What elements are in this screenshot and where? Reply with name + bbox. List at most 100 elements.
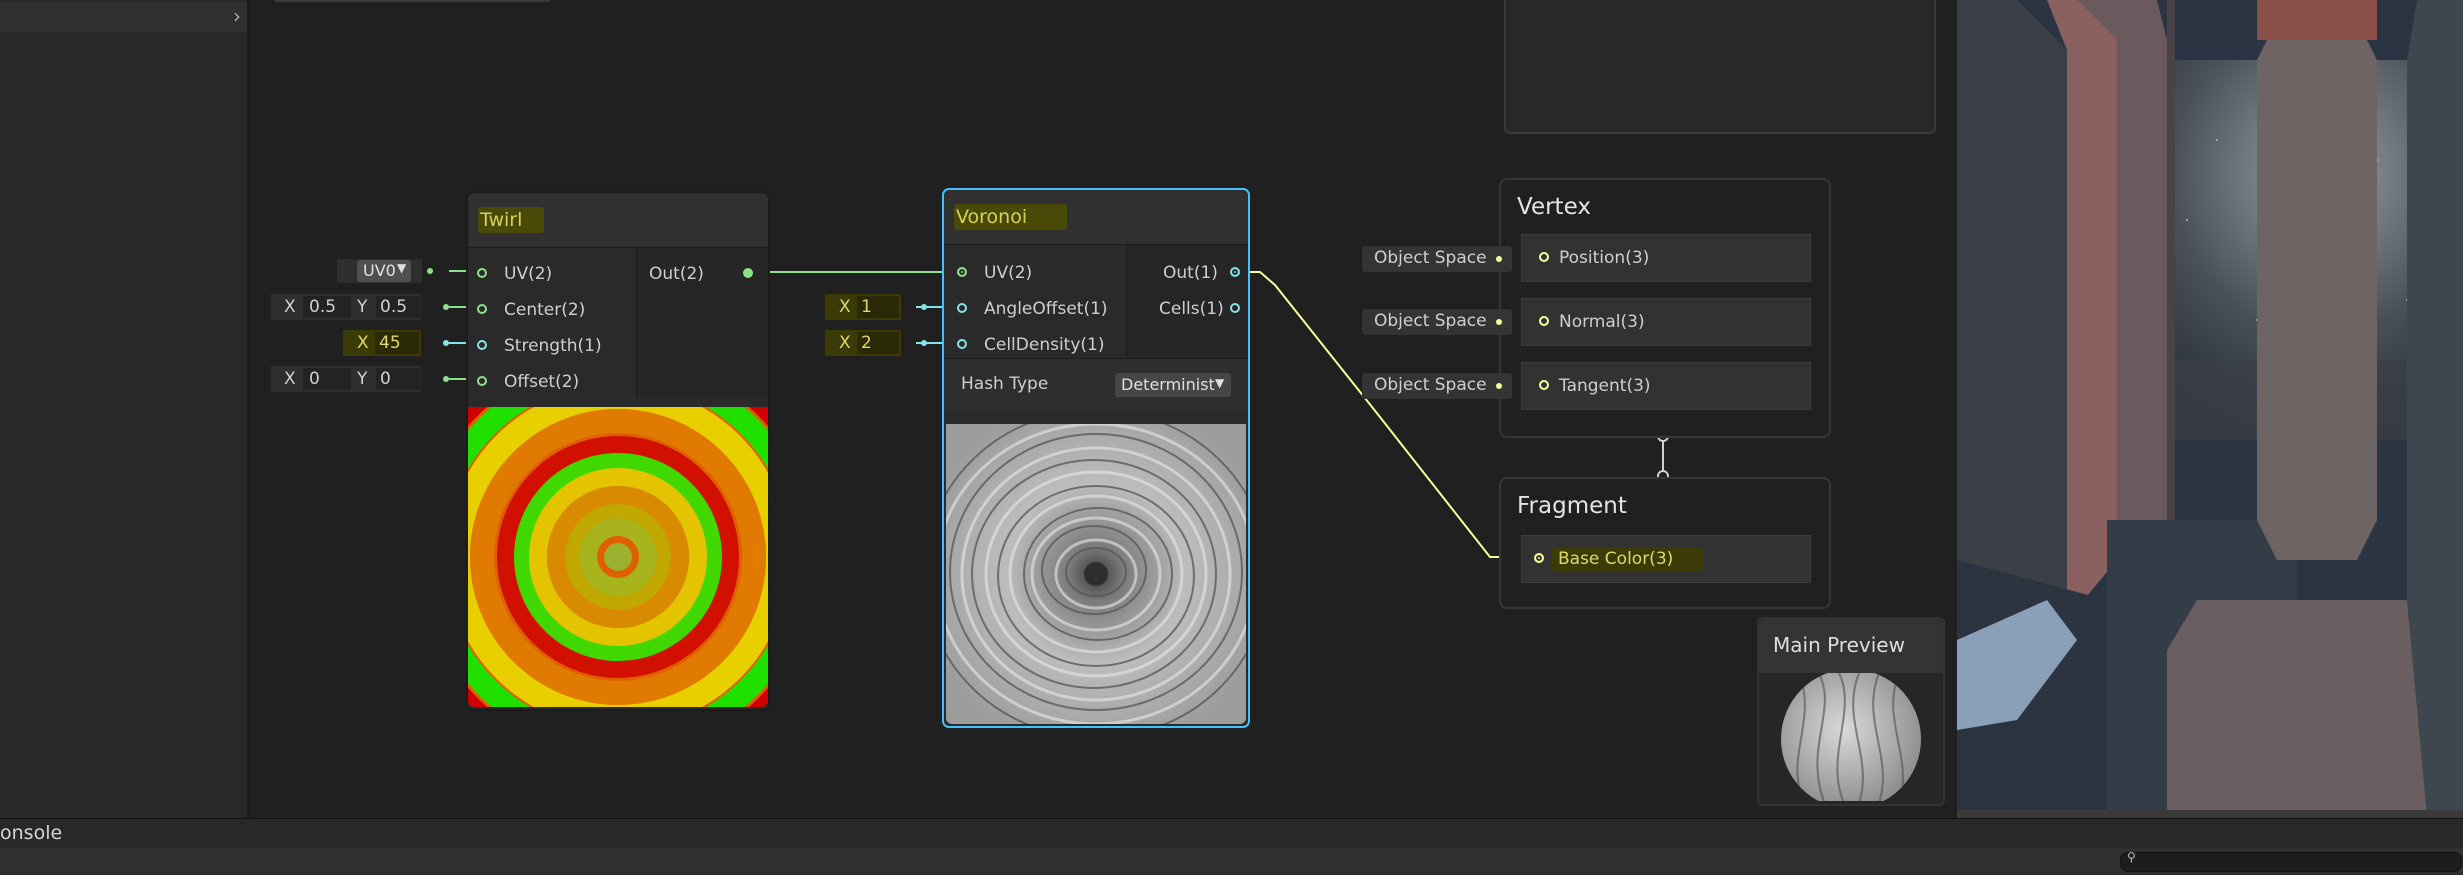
density-x-input[interactable]: 2	[857, 332, 899, 354]
vertex-slot-position[interactable]: Position(3)	[1521, 234, 1811, 282]
voronoi-inputs: UV(2) AngleOffset(1) CellDensity(1)	[944, 245, 1127, 357]
fragment-title: Fragment	[1517, 493, 1627, 519]
voronoi-output-cells: Cells(1)	[1159, 299, 1224, 319]
dropdown-arrow-icon: ▼	[397, 261, 407, 275]
voronoi-header[interactable]: Voronoi	[944, 190, 1248, 245]
offset-x-input[interactable]: 0	[303, 368, 351, 390]
field-connector-dot	[443, 376, 449, 382]
offset-x-label: X	[284, 369, 296, 389]
strength-x-label: X	[357, 333, 369, 353]
vertex-context: Vertex Position(3) Normal(3) Tangent(3)	[1499, 178, 1831, 438]
object-space-chip[interactable]: Object Space	[1362, 373, 1512, 399]
voronoi-output-out: Out(1)	[1163, 263, 1218, 283]
twirl-uv-field: UV0 ▼	[337, 259, 437, 283]
vertex-slot-tangent[interactable]: Tangent(3)	[1521, 362, 1811, 410]
voronoi-input-cell-density: CellDensity(1)	[984, 335, 1105, 355]
port-dot[interactable]	[477, 268, 487, 278]
offset-x-value: 0	[309, 369, 320, 389]
vertex-slot-label: Tangent(3)	[1559, 376, 1651, 396]
voronoi-density-field: X 2	[825, 330, 935, 356]
vertex-slot-label: Position(3)	[1559, 248, 1650, 268]
port-dot[interactable]	[957, 303, 967, 313]
port-dot[interactable]	[957, 339, 967, 349]
uv-channel-dropdown[interactable]: UV0 ▼	[357, 260, 411, 282]
twirl-node[interactable]: Twirl UV(2) Center(2) Strength(1) Offset…	[466, 191, 770, 711]
strength-x-input[interactable]: 45	[375, 332, 419, 354]
object-space-chip[interactable]: Object Space	[1362, 309, 1512, 335]
twirl-input-center: Center(2)	[504, 300, 586, 320]
vertex-slot-normal[interactable]: Normal(3)	[1521, 298, 1811, 346]
voronoi-angle-field: X 1	[825, 294, 935, 320]
uv-dropdown-value: UV0	[363, 261, 396, 280]
port-dot-connected[interactable]	[1230, 267, 1240, 277]
object-space-chip[interactable]: Object Space	[1362, 246, 1512, 272]
twirl-outputs: Out(2)	[637, 248, 768, 398]
object-space-label: Object Space	[1374, 248, 1487, 268]
twirl-inputs: UV(2) Center(2) Strength(1) Offset(2)	[468, 248, 637, 398]
twirl-center-field: X 0.5 Y 0.5	[271, 294, 451, 320]
port-dot-connected[interactable]	[957, 267, 967, 277]
dropdown-arrow-icon: ▼	[1215, 376, 1225, 390]
twirl-strength-field: X 45	[343, 330, 451, 356]
search-icon: ⚲	[2127, 850, 2136, 864]
twirl-title: Twirl	[478, 207, 545, 233]
object-space-label: Object Space	[1374, 375, 1487, 395]
main-preview-header[interactable]: Main Preview	[1759, 619, 1943, 673]
strength-x-value: 45	[379, 333, 401, 353]
fragment-slot-base-color[interactable]: Base Color(3)	[1521, 535, 1811, 583]
hash-type-label: Hash Type	[961, 374, 1049, 394]
field-connector-dot	[921, 340, 927, 346]
voronoi-node[interactable]: Voronoi UV(2) AngleOffset(1) CellDensity…	[942, 188, 1250, 728]
fragment-slot-label: Base Color(3)	[1552, 547, 1704, 571]
density-x-label: X	[839, 333, 851, 353]
twirl-offset-field: X 0 Y 0	[271, 366, 451, 392]
angle-x-value: 1	[861, 297, 872, 317]
center-x-input[interactable]: 0.5	[303, 296, 351, 318]
object-space-label: Object Space	[1374, 311, 1487, 331]
angle-x-input[interactable]: 1	[857, 296, 899, 318]
voronoi-input-uv: UV(2)	[984, 263, 1033, 283]
field-connector-dot	[1496, 319, 1502, 325]
center-y-value: 0.5	[380, 297, 408, 317]
twirl-preview-image	[468, 407, 768, 707]
twirl-input-offset: Offset(2)	[504, 372, 580, 392]
offset-y-input[interactable]: 0	[376, 368, 420, 390]
angle-x-label: X	[839, 297, 851, 317]
console-toolbar	[0, 848, 2463, 874]
twirl-header[interactable]: Twirl	[468, 193, 768, 248]
hash-type-dropdown[interactable]: Determinist ▼	[1115, 373, 1231, 397]
port-dot-connected[interactable]	[1534, 553, 1544, 563]
port-dot[interactable]	[1230, 303, 1240, 313]
scene-viewport[interactable]	[1957, 0, 2463, 818]
voronoi-outputs: Out(1) Cells(1)	[1127, 245, 1248, 357]
voronoi-title: Voronoi	[954, 204, 1068, 230]
field-connector-dot	[921, 304, 927, 310]
twirl-input-uv: UV(2)	[504, 264, 553, 284]
port-dot[interactable]	[1539, 252, 1549, 262]
center-y-label: Y	[357, 297, 368, 317]
twirl-output-out: Out(2)	[649, 264, 704, 284]
main-preview-sphere[interactable]	[1779, 673, 1923, 801]
port-dot[interactable]	[477, 376, 487, 386]
vertex-title: Vertex	[1517, 194, 1591, 220]
offset-y-label: Y	[357, 369, 368, 389]
console-search-input[interactable]: ⚲	[2120, 850, 2462, 872]
twirl-input-strength: Strength(1)	[504, 336, 602, 356]
port-dot[interactable]	[1539, 316, 1549, 326]
density-x-value: 2	[861, 333, 872, 353]
port-dot[interactable]	[477, 340, 487, 350]
center-y-input[interactable]: 0.5	[376, 296, 420, 318]
port-dot-connected[interactable]	[743, 268, 753, 278]
port-dot[interactable]	[477, 304, 487, 314]
port-dot[interactable]	[1539, 380, 1549, 390]
main-preview-panel[interactable]: Main Preview	[1757, 617, 1945, 806]
center-x-value: 0.5	[309, 297, 337, 317]
field-connector-dot	[1496, 383, 1502, 389]
scene-render-image	[1957, 0, 2463, 818]
field-connector-dot	[1496, 256, 1502, 262]
voronoi-preview	[946, 424, 1246, 724]
voronoi-input-angle-offset: AngleOffset(1)	[984, 299, 1108, 319]
console-tab[interactable]: onsole	[0, 822, 62, 844]
field-connector-dot	[443, 304, 449, 310]
field-connector-dot	[443, 340, 449, 346]
